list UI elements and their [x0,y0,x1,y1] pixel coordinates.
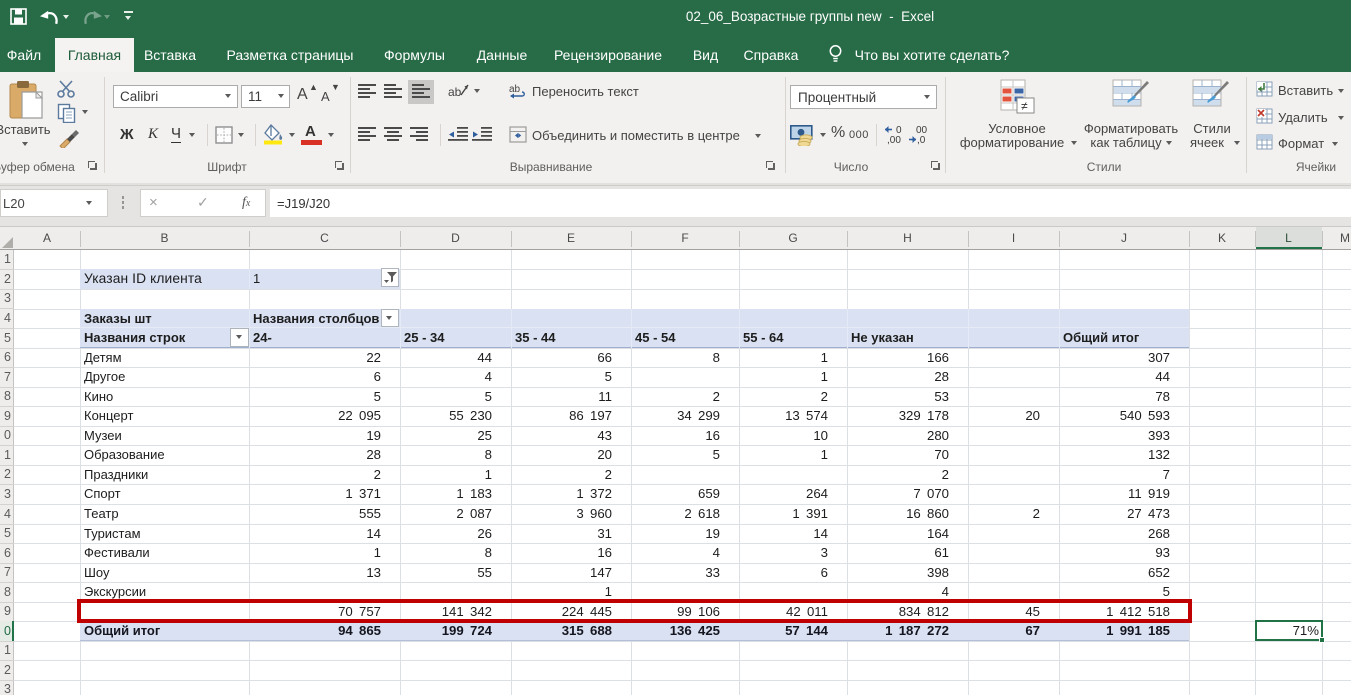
svg-text:,0: ,0 [917,135,926,145]
svg-text:,00: ,00 [887,135,901,145]
svg-text:ab: ab [509,84,521,95]
svg-text:ab: ab [448,85,462,99]
svg-text:≠: ≠ [1021,99,1028,113]
